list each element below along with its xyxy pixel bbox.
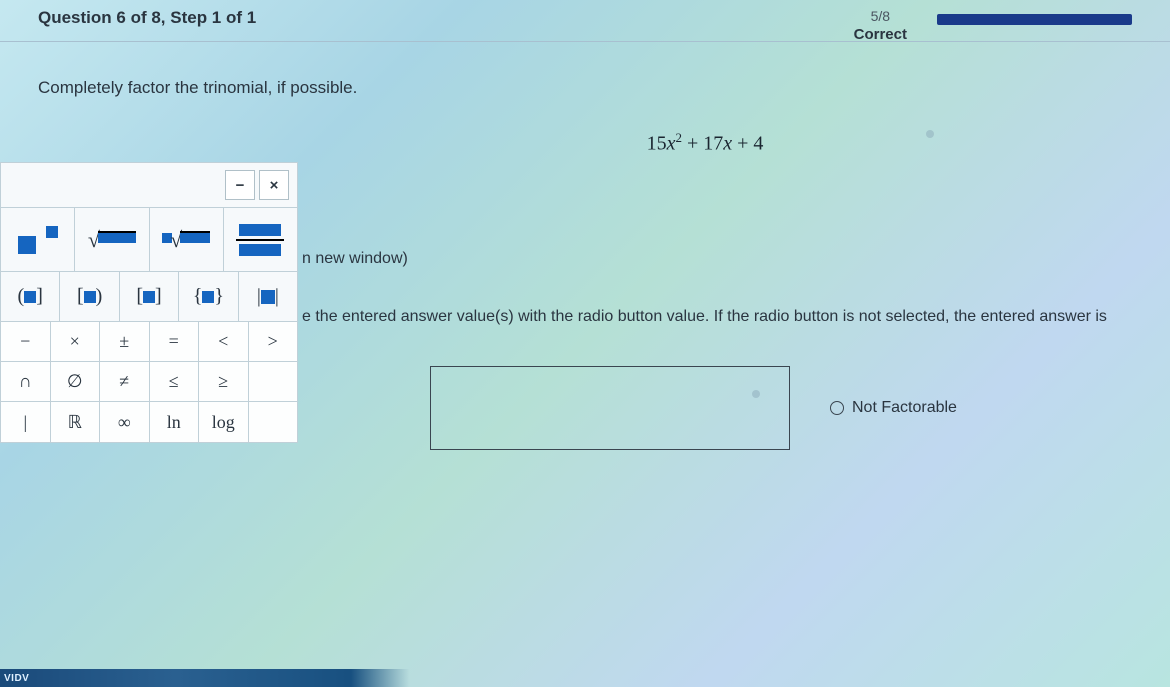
gt-op[interactable]: > — [249, 322, 298, 362]
geq-op[interactable]: ≥ — [199, 362, 249, 402]
blank-cell-1 — [249, 362, 298, 402]
math-palette: − × √ √ (] [) [] {} || − × ± = < > — [0, 162, 298, 443]
progress-fill — [937, 14, 1132, 25]
intersect-op[interactable]: ∩ — [1, 362, 51, 402]
palette-brackets-row: (] [) [] {} || — [1, 271, 297, 321]
ln-op[interactable]: ln — [150, 402, 200, 442]
paren-close-template[interactable]: [) — [60, 272, 119, 321]
palette-templates-row: √ √ — [1, 207, 297, 271]
close-button[interactable]: × — [259, 170, 289, 200]
decorative-dot — [752, 390, 760, 398]
radio-label: Not Factorable — [852, 399, 957, 417]
square-bracket-template[interactable]: [] — [120, 272, 179, 321]
minus-op[interactable]: − — [1, 322, 51, 362]
answer-input[interactable] — [430, 366, 790, 450]
palette-ops-grid: − × ± = < > ∩ ∅ ≠ ≤ ≥ | ℝ ∞ ln log — [1, 321, 297, 442]
body-area: n new window) e the entered answer value… — [300, 250, 1170, 450]
answer-row: Not Factorable — [430, 366, 1170, 450]
progress-bar — [937, 14, 1132, 25]
score-block: 5/8 Correct — [842, 8, 919, 43]
lt-op[interactable]: < — [199, 322, 249, 362]
blank-cell-2 — [249, 402, 298, 442]
eq-var2: x — [723, 133, 732, 155]
log-op[interactable]: log — [199, 402, 249, 442]
not-factorable-radio[interactable]: Not Factorable — [830, 399, 957, 417]
plusminus-op[interactable]: ± — [100, 322, 150, 362]
question-header: Question 6 of 8, Step 1 of 1 5/8 Correct — [0, 0, 1170, 42]
equals-op[interactable]: = — [150, 322, 200, 362]
score-fraction: 5/8 — [854, 8, 907, 24]
instruction-fragment: e the entered answer value(s) with the r… — [302, 308, 1170, 326]
minimize-button[interactable]: − — [225, 170, 255, 200]
question-label: Question 6 of 8, Step 1 of 1 — [38, 8, 842, 28]
eq-post: + 4 — [732, 133, 763, 155]
times-op[interactable]: × — [51, 322, 101, 362]
fraction-template[interactable] — [224, 208, 297, 271]
abs-template[interactable]: || — [239, 272, 297, 321]
real-op[interactable]: ℝ — [51, 402, 101, 442]
footer-tag: VIDV — [4, 673, 29, 684]
nthroot-template[interactable]: √ — [150, 208, 224, 271]
neq-op[interactable]: ≠ — [100, 362, 150, 402]
footer-bar — [0, 669, 1170, 687]
curly-bracket-template[interactable]: {} — [179, 272, 238, 321]
eq-mid: + 17 — [682, 133, 723, 155]
prompt-text: Completely factor the trinomial, if poss… — [0, 42, 1170, 122]
decorative-dot — [926, 130, 934, 138]
paren-open-template[interactable]: (] — [1, 272, 60, 321]
leq-op[interactable]: ≤ — [150, 362, 200, 402]
new-window-fragment: n new window) — [302, 250, 1170, 268]
exponent-template[interactable] — [1, 208, 75, 271]
sqrt-template[interactable]: √ — [75, 208, 149, 271]
palette-toolbar: − × — [1, 163, 297, 207]
eq-coef1: 15 — [647, 133, 667, 155]
pipe-op[interactable]: | — [1, 402, 51, 442]
emptyset-op[interactable]: ∅ — [51, 362, 101, 402]
infinity-op[interactable]: ∞ — [100, 402, 150, 442]
equation: 15x2 + 17x + 4 — [0, 130, 1170, 156]
correct-label: Correct — [854, 26, 907, 43]
radio-icon — [830, 401, 844, 415]
